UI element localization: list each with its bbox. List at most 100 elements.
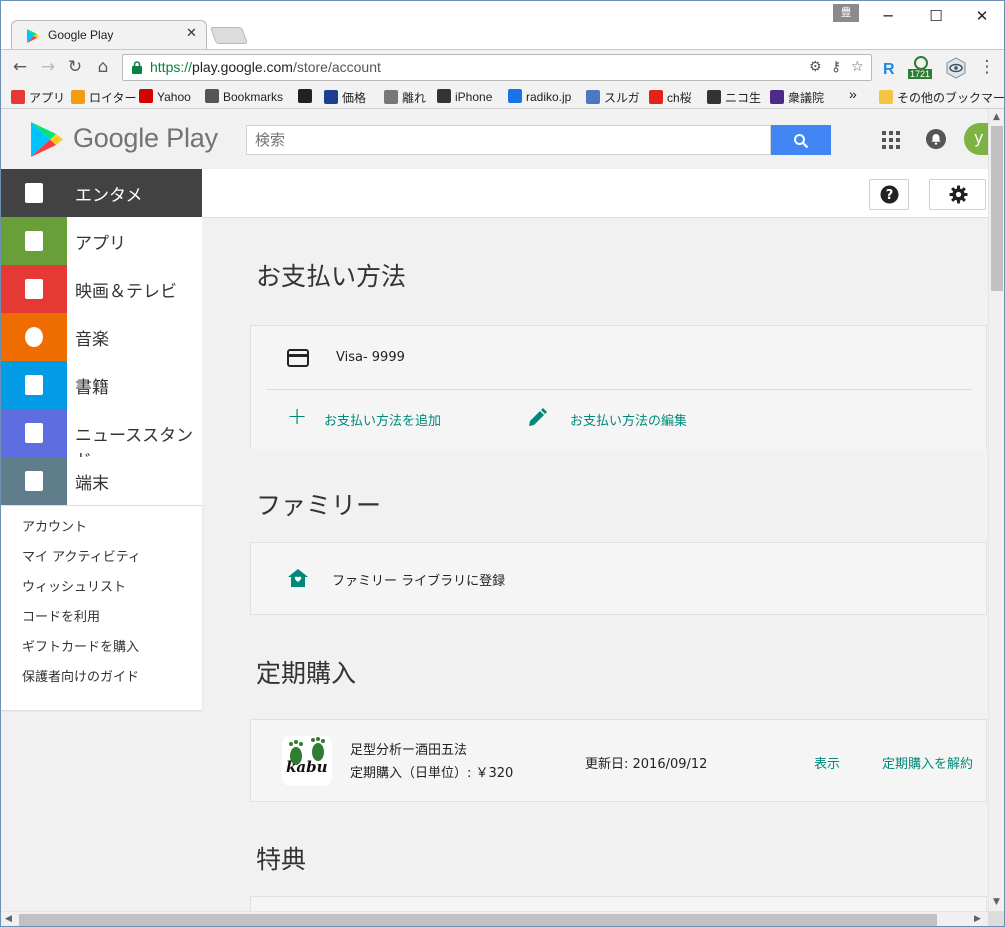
- extension-badge: 1721: [908, 69, 933, 79]
- vertical-scrollbar[interactable]: ▲ ▼: [988, 109, 1004, 911]
- apps-launcher-icon[interactable]: [882, 131, 900, 149]
- newsstand-icon: [1, 409, 67, 457]
- entertainment-icon: [1, 169, 67, 217]
- scroll-left-icon[interactable]: ◀: [5, 914, 12, 924]
- key-icon[interactable]: ⚷: [831, 59, 841, 75]
- horizontal-scroll-thumb[interactable]: [19, 914, 937, 926]
- bookmark-shugiin[interactable]: 衆議院: [770, 89, 824, 106]
- chrome-menu-icon[interactable]: ⋮: [976, 56, 998, 78]
- book-icon: [1, 361, 67, 409]
- back-icon[interactable]: ←: [9, 56, 31, 78]
- sidebar-category-label: 書籍: [75, 378, 109, 398]
- devices-icon: [1, 457, 67, 505]
- sidebar-category-entertainment[interactable]: エンタメ: [1, 169, 202, 217]
- bookmark-star[interactable]: Bookmarks: [205, 89, 283, 104]
- search-icon: [794, 134, 809, 149]
- payment-section-title: お支払い方法: [256, 262, 407, 291]
- new-tab-button[interactable]: [209, 27, 249, 44]
- svg-text:?: ?: [886, 188, 894, 203]
- maximize-icon[interactable]: ☐: [921, 5, 951, 27]
- browser-tab[interactable]: Google Play ✕: [11, 20, 207, 50]
- scroll-up-icon[interactable]: ▲: [993, 112, 1000, 122]
- google-play-logo-icon[interactable]: [30, 121, 64, 158]
- pencil-icon: [529, 408, 547, 426]
- sidebar-link-redeem[interactable]: コードを利用: [1, 606, 202, 636]
- search-box[interactable]: [246, 125, 771, 155]
- profile-badge[interactable]: 豊: [833, 4, 859, 22]
- search-input[interactable]: [247, 126, 770, 154]
- bookmark-radiko[interactable]: radiko.jp: [508, 89, 571, 104]
- url-scheme: https://: [150, 59, 193, 75]
- sidebar-category-film[interactable]: 映画＆テレビ: [1, 265, 202, 313]
- edit-payment-method-button[interactable]: お支払い方法の編集: [527, 406, 707, 430]
- page-icon: [384, 90, 398, 104]
- settings-button[interactable]: [929, 179, 986, 210]
- music-icon: [1, 313, 67, 361]
- close-window-icon[interactable]: ✕: [967, 5, 997, 27]
- help-button[interactable]: ?: [869, 179, 909, 210]
- android-icon: [1, 217, 67, 265]
- music-glyph: [25, 327, 43, 347]
- bookmark-kakaku[interactable]: 価格: [324, 89, 366, 106]
- address-bar[interactable]: https://play.google.com/store/account ⚙ …: [122, 54, 872, 81]
- bookmark-yahoo[interactable]: Yahoo: [139, 89, 191, 104]
- extension-counter[interactable]: 1721: [908, 56, 936, 82]
- sidebar-category-android[interactable]: アプリ: [1, 217, 202, 265]
- cancel-subscription-link[interactable]: 定期購入を解約: [882, 753, 973, 772]
- sidebar-category-label: アプリ: [75, 234, 126, 254]
- translate-blocked-icon[interactable]: ⚙: [809, 59, 822, 75]
- family-card[interactable]: ファミリー ライブラリに登録: [250, 542, 987, 615]
- browser-window: Google Play ✕ 豊 ─ ☐ ✕ ← → ↻ ⌂ https://pl…: [0, 0, 1005, 927]
- google-play-logo-text[interactable]: Google Play: [73, 123, 218, 154]
- bookmark-label: 離れ: [402, 91, 427, 105]
- scroll-down-icon[interactable]: ▼: [993, 897, 1000, 907]
- other-bookmarks[interactable]: その他のブックマーク: [879, 89, 1004, 106]
- home-icon[interactable]: ⌂: [92, 56, 114, 78]
- sidebar-category-label: エンタメ: [75, 186, 143, 206]
- yahoo-icon: [139, 89, 153, 103]
- app-icon-text: kabu: [286, 758, 328, 776]
- bookmarks-bar: アプリ ロイター Yahoo Bookmarks 価格 離れ iPhone radiko.jp…: [1, 85, 1004, 109]
- tab-close-icon[interactable]: ✕: [186, 26, 197, 41]
- horizontal-scrollbar[interactable]: ◀ ▶: [1, 911, 988, 926]
- view-subscription-link[interactable]: 表示: [814, 753, 840, 772]
- bookmark-label: radiko.jp: [526, 90, 572, 104]
- search-button[interactable]: [771, 125, 831, 155]
- sidebar-link-account[interactable]: アカウント: [1, 516, 202, 546]
- bookmark-surugaya[interactable]: スルガ: [586, 89, 640, 106]
- bookmark-label: スルガ: [604, 91, 640, 105]
- sidebar-category-label: 端末: [75, 474, 109, 494]
- bookmarks-overflow-icon[interactable]: »: [849, 86, 857, 102]
- sidebar-link-parent-guide[interactable]: 保護者向けのガイド: [1, 666, 202, 696]
- forward-icon[interactable]: →: [37, 56, 59, 78]
- tab-title: Google Play: [48, 28, 114, 42]
- sidebar-category-devices[interactable]: 端末: [1, 457, 202, 505]
- bookmark-page[interactable]: 離れ: [384, 89, 426, 106]
- bookmark-star-icon[interactable]: ☆: [851, 59, 864, 75]
- sidebar-link-wishlist[interactable]: ウィッシュリスト: [1, 576, 202, 606]
- folder-icon: [879, 90, 893, 104]
- bookmark-reuters[interactable]: ロイター: [71, 89, 137, 106]
- bookmark-label: Bookmarks: [223, 90, 284, 104]
- sidebar-link-buy-gift-card[interactable]: ギフトカードを購入: [1, 636, 202, 666]
- shugiin-icon: [770, 90, 784, 104]
- scroll-right-icon[interactable]: ▶: [974, 914, 981, 924]
- bookmark-apps-grid[interactable]: アプリ: [11, 89, 65, 106]
- reload-icon[interactable]: ↻: [64, 56, 86, 78]
- bookmark-amazon[interactable]: [298, 89, 316, 104]
- bookmark-niconico[interactable]: ニコ生: [707, 89, 761, 106]
- sidebar-link-my-activity[interactable]: マイ アクティビティ: [1, 546, 202, 576]
- add-payment-method-button[interactable]: + お支払い方法を追加: [287, 402, 457, 430]
- notifications-bell-icon[interactable]: [926, 129, 946, 149]
- radiko-extension-icon[interactable]: R: [880, 57, 902, 79]
- vertical-scroll-thumb[interactable]: [991, 126, 1003, 291]
- sidebar-category-newsstand[interactable]: ニューススタンド: [1, 409, 202, 471]
- minimize-icon[interactable]: ─: [873, 5, 903, 27]
- subscription-app-icon[interactable]: kabu: [282, 736, 332, 786]
- google-play-favicon-icon: [27, 29, 39, 43]
- eye-extension-icon[interactable]: [945, 57, 967, 79]
- sidebar-category-book[interactable]: 書籍: [1, 361, 202, 409]
- sidebar-category-music[interactable]: 音楽: [1, 313, 202, 361]
- bookmark-apple[interactable]: iPhone: [437, 89, 492, 104]
- bookmark-youtube[interactable]: ch桜: [649, 89, 692, 106]
